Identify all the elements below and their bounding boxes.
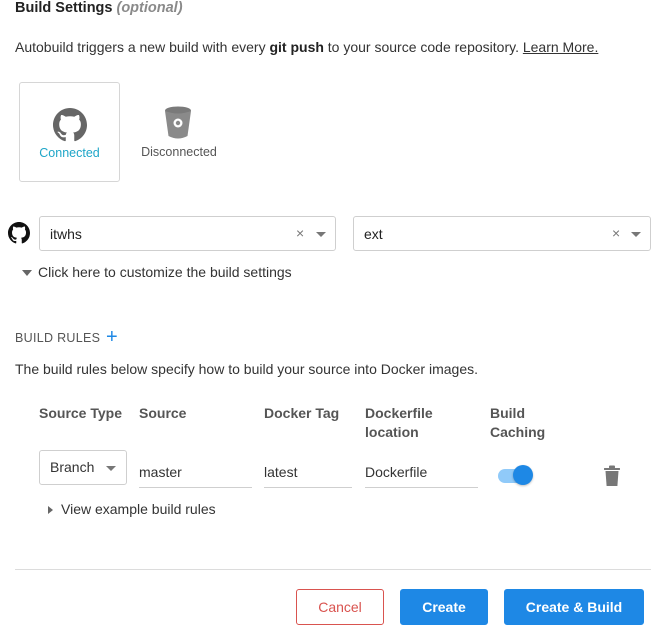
provider-bitbucket-card[interactable]: Disconnected: [126, 82, 232, 182]
chevron-down-icon[interactable]: [316, 232, 326, 237]
docker-tag-input[interactable]: latest: [264, 458, 352, 488]
provider-bitbucket-label: Disconnected: [141, 145, 217, 159]
organization-select[interactable]: itwhs ×: [39, 216, 336, 251]
provider-github-label: Connected: [39, 146, 100, 160]
title-text: Build Settings: [15, 0, 113, 16]
dockerfile-location-input[interactable]: Dockerfile: [365, 458, 478, 488]
view-example-build-rules-link[interactable]: View example build rules: [48, 501, 216, 517]
create-button[interactable]: Create: [400, 589, 488, 625]
clear-icon[interactable]: ×: [612, 225, 620, 241]
repository-value: ext: [364, 226, 383, 242]
caret-right-icon: [48, 506, 53, 515]
clear-icon[interactable]: ×: [296, 225, 304, 241]
desc-suffix: to your source code repository.: [323, 39, 523, 55]
chevron-down-icon: [106, 466, 116, 471]
example-label: View example build rules: [61, 501, 216, 517]
organization-value: itwhs: [50, 226, 82, 242]
add-build-rule-icon[interactable]: +: [106, 326, 118, 348]
caret-down-icon: [22, 270, 32, 277]
divider: [15, 569, 651, 570]
desc-bold: git push: [269, 39, 324, 55]
repository-select[interactable]: ext ×: [353, 216, 651, 251]
build-caching-toggle[interactable]: [498, 464, 534, 486]
source-type-value: Branch: [50, 459, 95, 475]
bitbucket-icon: [165, 106, 191, 139]
create-and-build-button[interactable]: Create & Build: [504, 589, 644, 625]
provider-github-card[interactable]: Connected: [19, 82, 120, 182]
github-icon: [53, 108, 87, 142]
desc-prefix: Autobuild triggers a new build with ever…: [15, 39, 270, 55]
column-header-docker-tag: Docker Tag: [264, 405, 340, 421]
column-header-build-caching: Build Caching: [490, 405, 546, 440]
trash-icon[interactable]: [603, 465, 621, 487]
build-settings-title: Build Settings (optional): [15, 0, 183, 16]
cancel-button[interactable]: Cancel: [296, 589, 384, 625]
build-rules-heading: BUILD RULES: [15, 331, 101, 345]
github-icon: [8, 222, 30, 244]
source-type-select[interactable]: Branch: [39, 450, 127, 485]
customize-label: Click here to customize the build settin…: [38, 264, 292, 280]
column-header-source-type: Source Type: [39, 405, 122, 421]
learn-more-link[interactable]: Learn More.: [523, 39, 598, 55]
chevron-down-icon[interactable]: [631, 232, 641, 237]
toggle-knob: [513, 465, 533, 485]
customize-build-settings-link[interactable]: Click here to customize the build settin…: [22, 264, 292, 280]
autobuild-description: Autobuild triggers a new build with ever…: [15, 39, 598, 55]
build-rules-description: The build rules below specify how to bui…: [15, 361, 479, 377]
column-header-dockerfile-location: Dockerfile location: [365, 405, 433, 440]
optional-label: (optional): [116, 0, 183, 16]
source-input[interactable]: master: [139, 458, 252, 488]
column-header-source: Source: [139, 405, 187, 421]
